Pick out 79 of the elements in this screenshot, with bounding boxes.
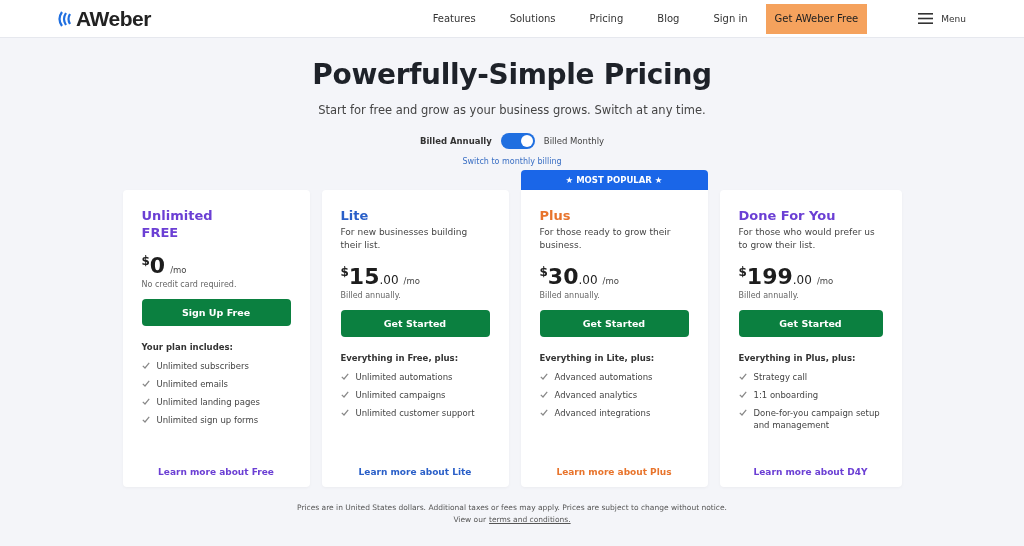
price-amount: 15 xyxy=(348,264,380,289)
price-cents: .00 xyxy=(578,273,598,287)
price-amount: 0 xyxy=(149,253,166,278)
menu-label[interactable]: Menu xyxy=(941,13,966,24)
check-icon xyxy=(738,409,747,416)
price-period: /mo xyxy=(602,276,619,286)
check-icon xyxy=(141,362,150,369)
check-icon xyxy=(340,373,349,380)
check-icon xyxy=(340,409,349,416)
feature-text: Unlimited automations xyxy=(355,371,453,383)
currency-sign: $ xyxy=(539,265,548,279)
switch-billing-link[interactable]: Switch to monthly billing xyxy=(462,157,562,166)
billing-toggle[interactable] xyxy=(500,133,535,149)
currency-sign: $ xyxy=(141,254,150,268)
check-icon xyxy=(539,373,548,380)
features-heading: Your plan includes: xyxy=(141,342,234,352)
features-heading: Everything in Lite, plus: xyxy=(539,353,656,363)
plan-description: For those who would prefer us to grow their list. xyxy=(738,226,876,252)
nav-link[interactable]: Pricing xyxy=(572,13,641,24)
plan-name: Lite xyxy=(340,207,370,224)
billing-note: Billed annually. xyxy=(340,291,402,300)
feature-text: Unlimited landing pages xyxy=(156,396,260,408)
feature-text: Unlimited sign up forms xyxy=(156,414,259,426)
menu-icon[interactable] xyxy=(918,13,934,24)
get-free-button[interactable]: Get AWeber Free xyxy=(765,3,868,34)
popular-badge: ★ MOST POPULAR ★ xyxy=(520,170,708,190)
logo-text[interactable]: AWeber xyxy=(76,6,151,31)
features-heading: Everything in Plus, plus: xyxy=(738,353,857,363)
check-icon xyxy=(141,380,150,387)
billing-note: Billed annually. xyxy=(539,291,601,300)
price-cents: .00 xyxy=(792,273,812,287)
feature-text: Strategy call xyxy=(753,371,808,383)
plan-name: Done For You xyxy=(738,207,837,224)
price-amount: 199 xyxy=(746,264,793,289)
price-period: /mo xyxy=(816,276,834,286)
nav-link[interactable]: Solutions xyxy=(492,13,573,24)
feature-text: Unlimited customer support xyxy=(355,407,475,419)
check-icon xyxy=(141,416,150,423)
feature-text: Advanced automations xyxy=(554,371,653,383)
feature-text: Advanced analytics xyxy=(554,389,638,401)
nav-link[interactable]: Blog xyxy=(640,13,697,24)
price-period: /mo xyxy=(403,276,420,286)
feature-text: Unlimited emails xyxy=(156,378,228,390)
page-title: Powerfully-Simple Pricing xyxy=(312,58,712,91)
plan-button[interactable]: Get Started xyxy=(340,310,490,337)
billing-note: No credit card required. xyxy=(141,280,238,289)
price-cents: .00 xyxy=(379,273,399,287)
plan-description: For new businesses building their list. xyxy=(340,226,469,252)
feature-text: Unlimited subscribers xyxy=(156,360,249,372)
price-period: /mo xyxy=(170,265,187,275)
plan-button[interactable]: Sign Up Free xyxy=(141,299,291,326)
feature-text: Advanced integrations xyxy=(554,407,651,419)
learn-more-link[interactable]: Learn more about Lite xyxy=(340,467,490,477)
check-icon xyxy=(738,373,747,380)
price-amount: 30 xyxy=(547,264,579,289)
check-icon xyxy=(539,391,548,398)
features-heading: Everything in Free, plus: xyxy=(340,353,460,363)
nav-link[interactable]: Features xyxy=(415,13,493,24)
currency-sign: $ xyxy=(340,265,349,279)
feature-text: Unlimited campaigns xyxy=(355,389,446,401)
check-icon xyxy=(738,391,747,398)
learn-more-link[interactable]: Learn more about D4Y xyxy=(738,467,883,477)
check-icon xyxy=(539,409,548,416)
toggle-label: Billed Annually xyxy=(419,136,492,146)
plan-button[interactable]: Get Started xyxy=(738,310,883,337)
check-icon xyxy=(141,398,150,405)
learn-more-link[interactable]: Learn more about Free xyxy=(141,467,291,477)
plan-button[interactable]: Get Started xyxy=(539,310,689,337)
currency-sign: $ xyxy=(738,265,747,279)
nav-link[interactable]: Sign in xyxy=(696,13,765,24)
plan-name: Unlimited FREE xyxy=(141,207,214,241)
feature-text: Done-for-you campaign setup and management xyxy=(753,407,881,431)
toggle-label: Billed Monthly xyxy=(543,136,605,146)
billing-note: Billed annually. xyxy=(738,291,800,300)
page-subtitle: Start for free and grow as your business grows. Switch at any time. xyxy=(318,103,706,117)
plan-description: For those ready to grow their business. xyxy=(539,226,672,252)
plan-name: Plus xyxy=(539,207,572,224)
check-icon xyxy=(340,391,349,398)
feature-text: 1:1 onboarding xyxy=(753,389,819,401)
